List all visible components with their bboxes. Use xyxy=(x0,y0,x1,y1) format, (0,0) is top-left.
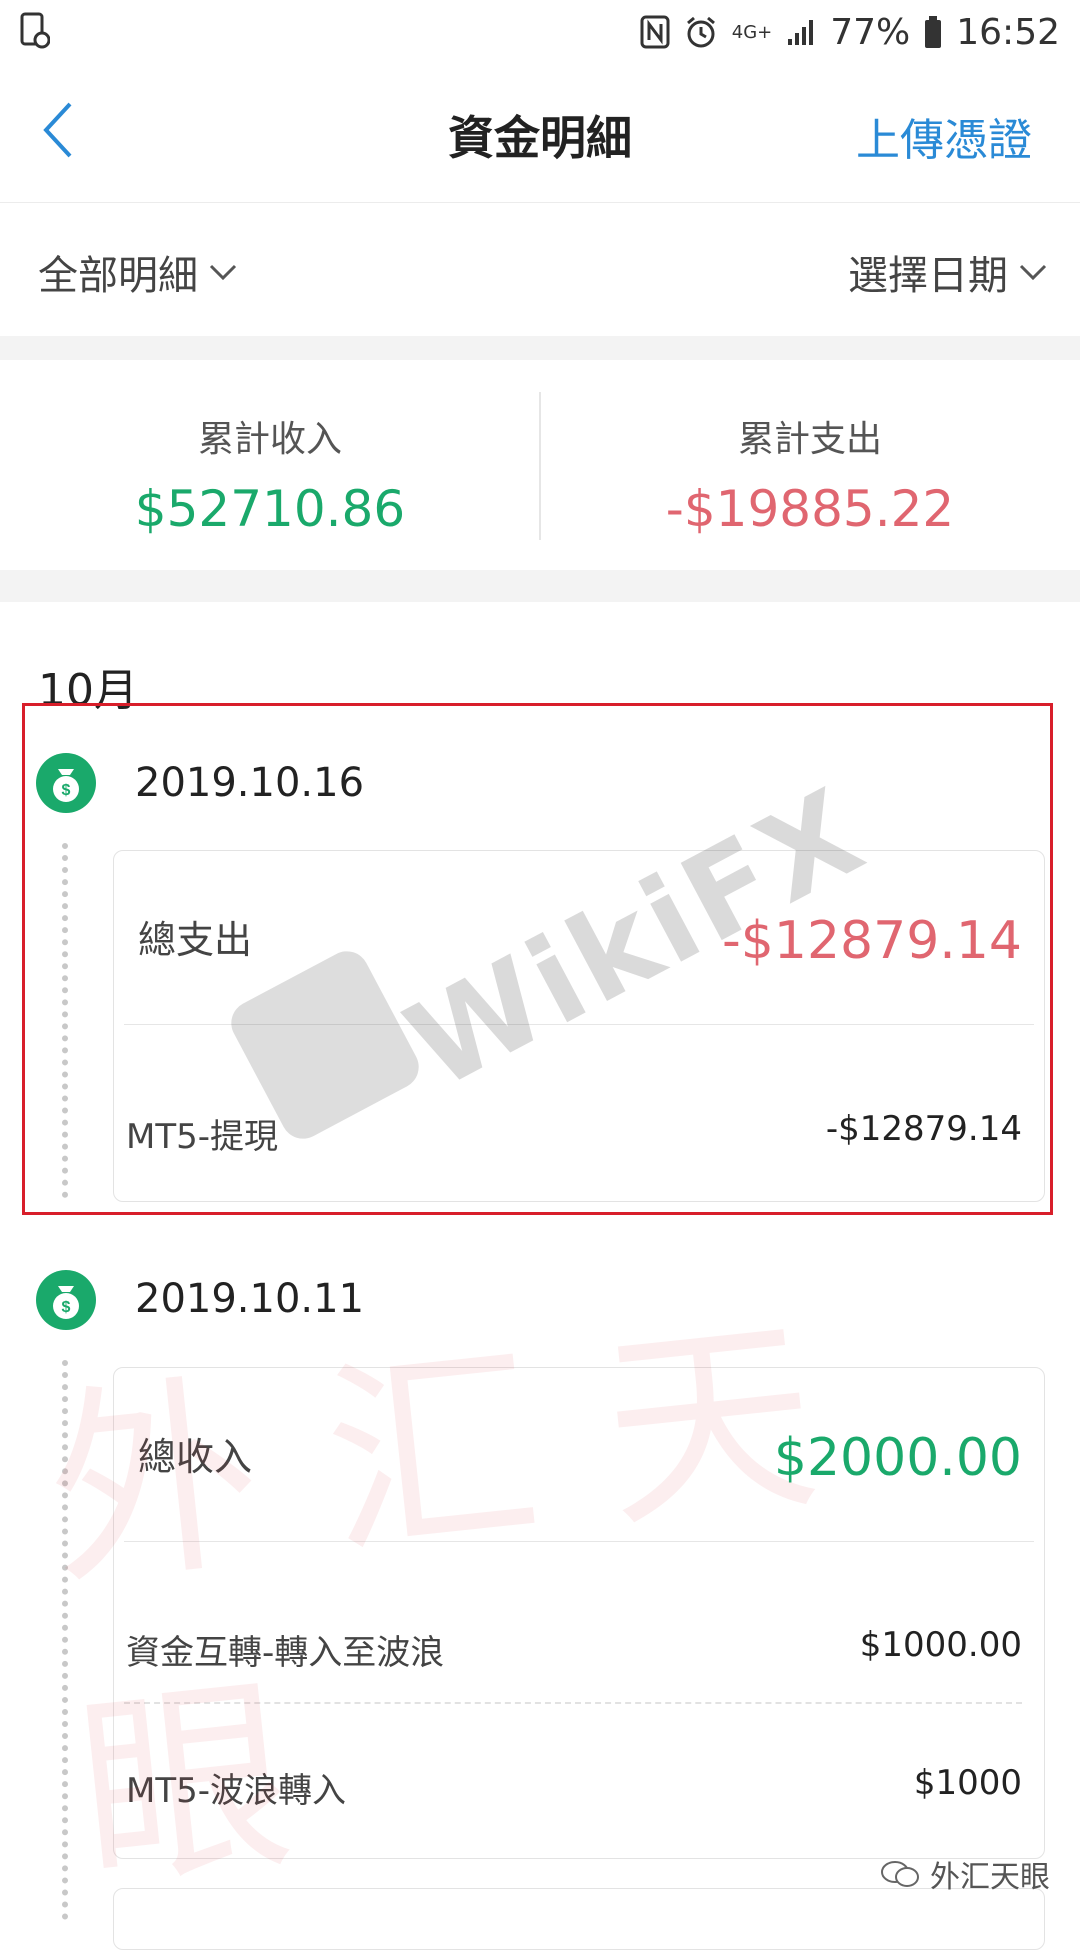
detail-type-label: 全部明細 xyxy=(38,253,198,299)
income-value: $52710.86 xyxy=(134,480,406,538)
total-label: 總收入 xyxy=(138,1435,253,1479)
section-divider xyxy=(0,336,1080,360)
app-header: 資金明細 上傳憑證 xyxy=(0,64,1080,203)
section-divider xyxy=(0,570,1080,602)
chevron-down-icon xyxy=(209,264,237,281)
status-indicators: 4G+ 77% 16:52 xyxy=(640,8,1060,56)
highlight-annotation xyxy=(22,703,1053,1215)
battery-icon xyxy=(924,15,942,49)
nfc-icon xyxy=(640,15,670,49)
brand-tag-text: 外汇天眼 xyxy=(930,1860,1050,1895)
svg-text:$: $ xyxy=(62,1299,71,1316)
date-picker-label: 選擇日期 xyxy=(848,253,1008,299)
expense-label: 累計支出 xyxy=(737,419,882,460)
date-picker-dropdown[interactable]: 選擇日期 xyxy=(848,243,1048,301)
card-divider xyxy=(124,1541,1034,1542)
status-bar: 4G+ 77% 16:52 xyxy=(0,0,1080,64)
transaction-value: $1000 xyxy=(913,1763,1022,1803)
transaction-card[interactable] xyxy=(113,1888,1045,1950)
filter-bar: 全部明細 選擇日期 xyxy=(0,203,1080,336)
battery-percent: 77% xyxy=(830,11,911,53)
total-value: $2000.00 xyxy=(773,1428,1022,1488)
upload-proof-button[interactable]: 上傳憑證 xyxy=(856,104,1032,168)
transaction-label: MT5-波浪轉入 xyxy=(126,1771,347,1811)
summary-panel: 累計收入 $52710.86 累計支出 -$19885.22 xyxy=(0,360,1080,570)
transaction-value: $1000.00 xyxy=(859,1625,1022,1665)
transaction-card[interactable]: 總收入 $2000.00 資金互轉-轉入至波浪 $1000.00 MT5-波浪轉… xyxy=(113,1367,1045,1859)
chevron-down-icon xyxy=(1019,264,1047,281)
income-label: 累計收入 xyxy=(197,419,342,460)
row-divider xyxy=(124,1702,1022,1704)
detail-type-dropdown[interactable]: 全部明細 xyxy=(38,243,238,301)
expense-value: -$19885.22 xyxy=(665,480,955,538)
transaction-label: 資金互轉-轉入至波浪 xyxy=(126,1633,445,1673)
money-bag-icon: $ xyxy=(36,1270,96,1330)
network-type-label: 4G+ xyxy=(731,21,773,43)
screenshot-icon xyxy=(20,12,51,50)
signal-icon xyxy=(786,17,816,47)
brand-tag: 外汇天眼 xyxy=(880,1852,1050,1896)
wechat-icon xyxy=(881,1861,919,1887)
entry-date: 2019.10.11 xyxy=(135,1276,365,1322)
alarm-icon xyxy=(684,15,718,49)
timeline-dots xyxy=(62,1360,78,1920)
clock: 16:52 xyxy=(956,11,1060,53)
